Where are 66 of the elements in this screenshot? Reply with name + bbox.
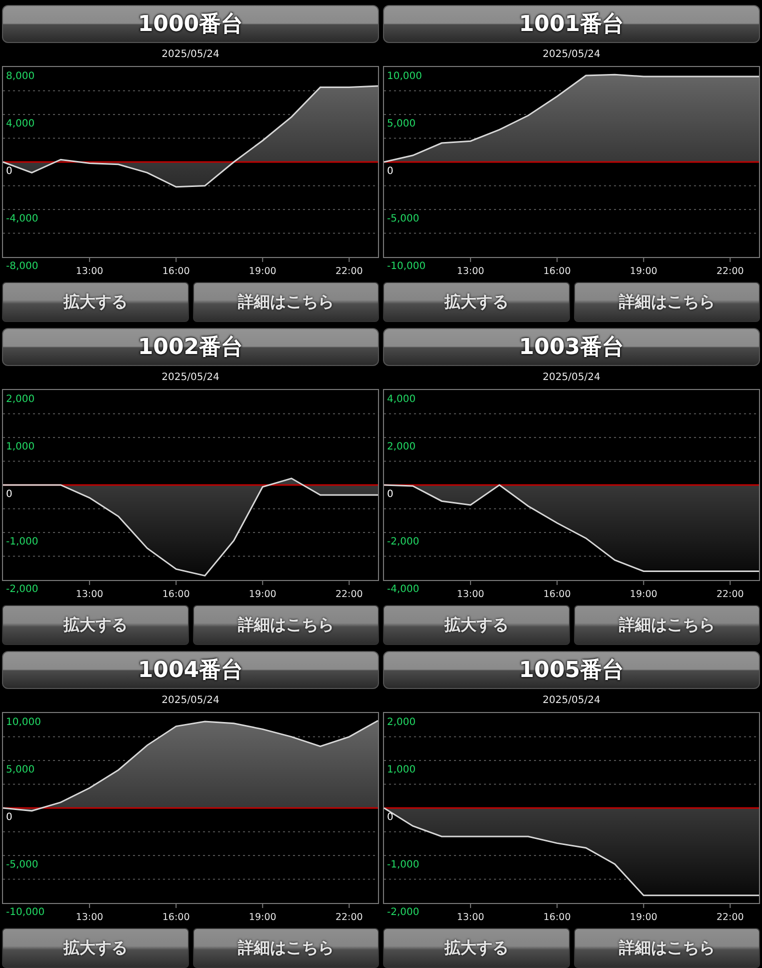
y-axis-label: 10,000	[6, 717, 41, 728]
x-axis-label: 16:00	[543, 589, 571, 600]
y-axis-label: -8,000	[6, 261, 38, 272]
x-axis-label: 16:00	[162, 589, 190, 600]
x-axis-label: 22:00	[335, 912, 363, 923]
x-axis-label: 13:00	[76, 266, 104, 277]
y-axis-label: 0	[387, 166, 394, 177]
x-axis-label: 19:00	[248, 589, 276, 600]
x-axis-label: 13:00	[456, 912, 484, 923]
x-axis-label: 16:00	[543, 266, 571, 277]
y-axis-label: 1,000	[6, 442, 35, 452]
y-axis-label: -4,000	[6, 214, 38, 224]
x-axis-label: 19:00	[248, 912, 276, 923]
x-axis-label: 16:00	[543, 912, 571, 923]
panel-title: 1005番台	[383, 651, 760, 689]
y-axis-label: 0	[387, 812, 394, 823]
x-axis-label: 19:00	[630, 912, 658, 923]
x-axis-label: 22:00	[335, 589, 363, 600]
chart-date: 2025/05/24	[542, 48, 602, 62]
y-axis-label: -4,000	[387, 584, 420, 595]
chart-date: 2025/05/24	[542, 371, 602, 385]
chart-date: 2025/05/24	[542, 694, 602, 708]
y-axis-label: -10,000	[387, 261, 426, 272]
y-axis-label: 2,000	[387, 442, 416, 452]
y-axis-label: -1,000	[387, 860, 420, 870]
x-axis-label: 22:00	[716, 266, 744, 277]
y-axis-label: -2,000	[6, 584, 38, 595]
y-axis-label: 2,000	[6, 394, 35, 405]
panel-title: 1004番台	[2, 651, 379, 689]
panel-title: 1000番台	[2, 5, 379, 43]
x-axis-label: 13:00	[76, 589, 104, 600]
y-axis-label: -10,000	[6, 907, 45, 918]
x-axis-label: 22:00	[716, 912, 744, 923]
x-axis-label: 19:00	[630, 589, 658, 600]
y-axis-label: -1,000	[6, 536, 38, 548]
y-axis-label: 0	[6, 812, 12, 823]
x-axis-label: 16:00	[162, 266, 190, 277]
y-axis-label: -5,000	[6, 860, 38, 870]
x-axis-label: 19:00	[248, 266, 276, 277]
x-axis-label: 13:00	[456, 266, 484, 277]
y-axis-label: 10,000	[387, 71, 422, 82]
y-axis-label: -5,000	[387, 214, 420, 224]
x-axis-label: 13:00	[456, 589, 484, 600]
y-axis-label: 5,000	[387, 118, 416, 130]
y-axis-label: 1,000	[387, 764, 416, 776]
y-axis-label: 0	[387, 489, 394, 500]
y-axis-label: 5,000	[6, 764, 35, 776]
y-axis-label: 8,000	[6, 71, 35, 82]
x-axis-label: 16:00	[162, 912, 190, 923]
x-axis-label: 13:00	[76, 912, 104, 923]
y-axis-label: -2,000	[387, 536, 420, 548]
y-axis-label: 2,000	[387, 717, 416, 728]
chart-date: 2025/05/24	[160, 371, 220, 385]
x-axis-label: 22:00	[716, 589, 744, 600]
panel-title: 1002番台	[2, 328, 379, 366]
panel-title: 1001番台	[383, 5, 760, 43]
chart-date: 2025/05/24	[160, 48, 220, 62]
y-axis-label: 4,000	[387, 394, 416, 405]
panel-title: 1003番台	[383, 328, 760, 366]
x-axis-label: 22:00	[335, 266, 363, 277]
x-axis-label: 19:00	[630, 266, 658, 277]
chart-date: 2025/05/24	[160, 694, 220, 708]
y-axis-label: -2,000	[387, 907, 420, 918]
y-axis-label: 0	[6, 489, 12, 500]
y-axis-label: 0	[6, 166, 12, 177]
y-axis-label: 4,000	[6, 118, 35, 130]
